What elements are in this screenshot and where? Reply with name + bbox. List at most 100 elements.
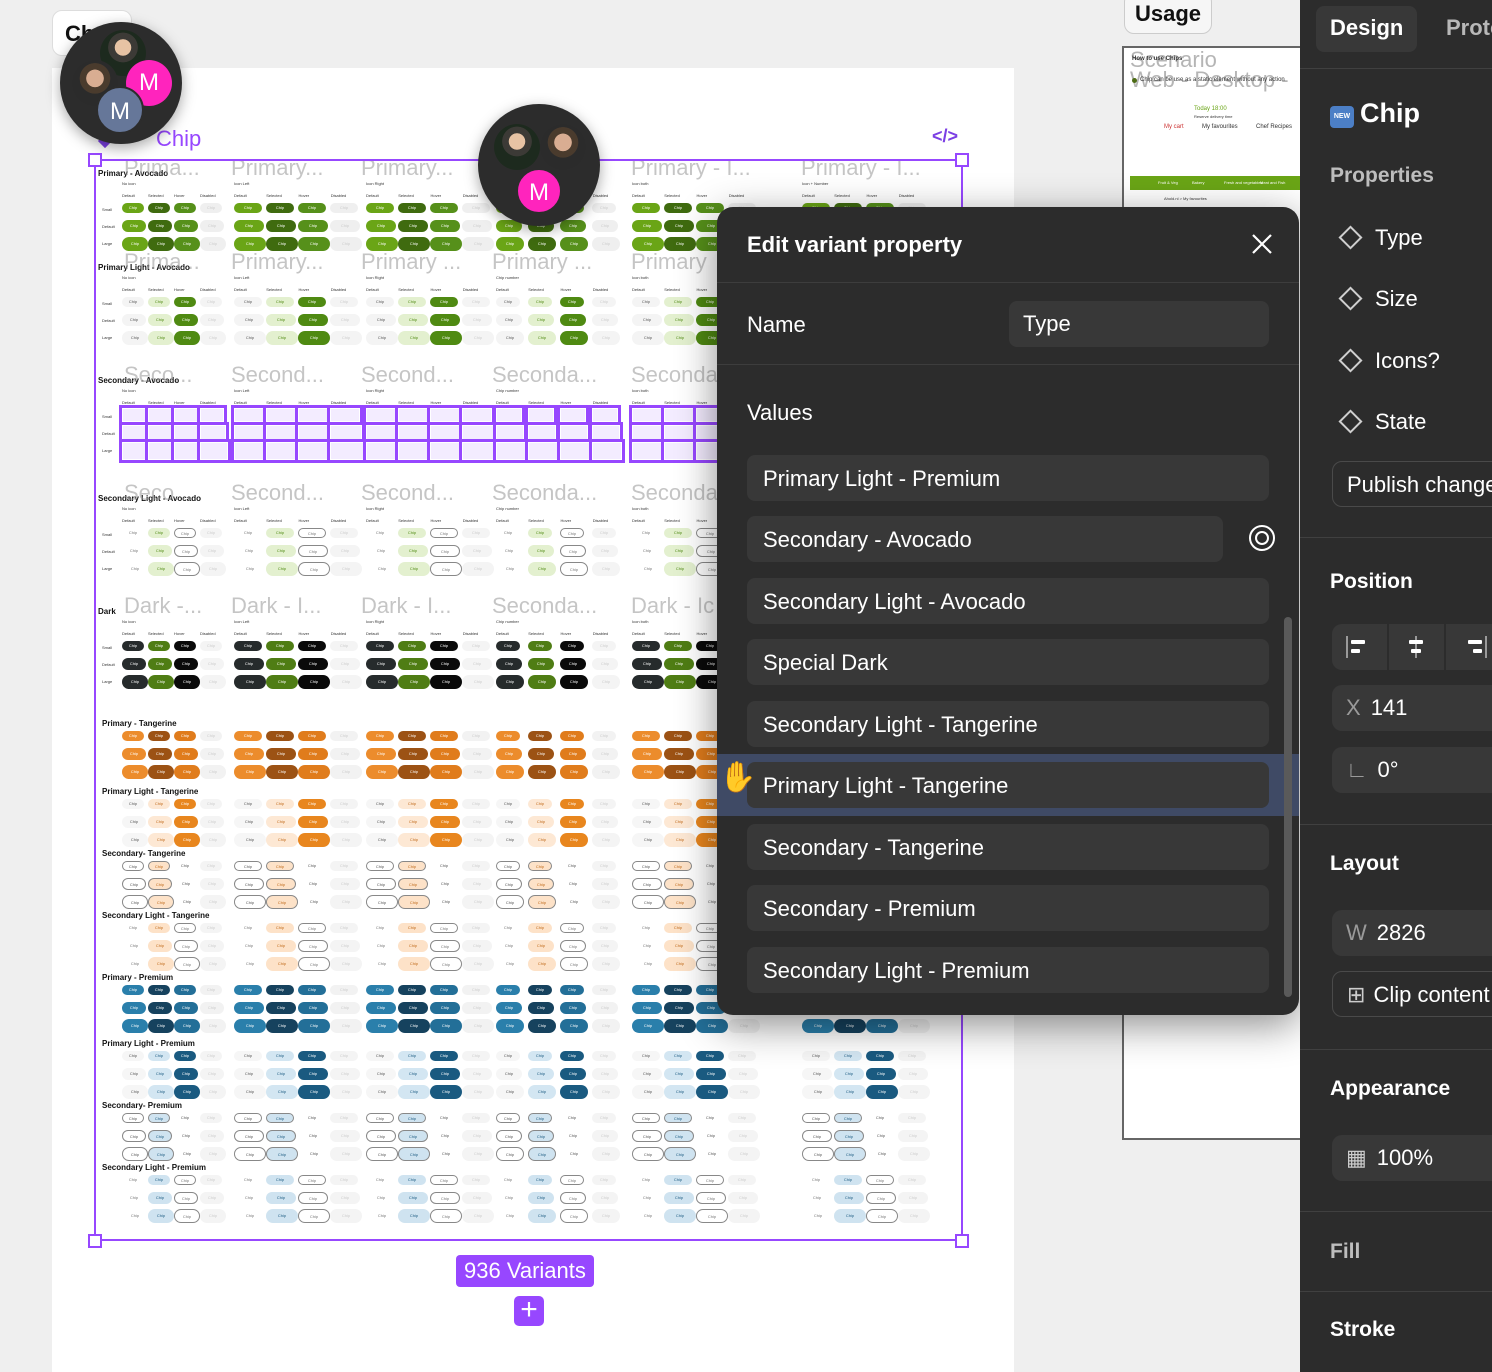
usage-small-heading: How to use Chips [1132,56,1183,62]
width-field[interactable]: W 2826 [1332,910,1492,956]
variant-property-icon [1338,409,1363,434]
value-item[interactable]: Secondary - Tangerine [747,824,1269,870]
align-center-icon [1409,636,1423,658]
value-label: Secondary Light - Premium [763,958,1030,983]
avatar: M [516,168,562,214]
nav-link-cart: My cart [1164,124,1184,130]
property-label: Icons? [1375,348,1440,373]
w-value: 2826 [1376,920,1426,945]
value-label: Secondary - Premium [763,896,976,921]
align-center-button[interactable] [1389,624,1444,670]
delivery-time: Today 18:00 [1194,106,1227,112]
close-icon [1252,234,1272,254]
value-label: Secondary - Tangerine [763,835,984,860]
opacity-field[interactable]: ▦ 100% [1332,1135,1492,1181]
fill-heading[interactable]: Fill [1330,1240,1360,1264]
property-state[interactable]: State [1338,409,1427,435]
variants-count-badge: 936 Variants [456,1255,594,1287]
layout-heading: Layout [1330,852,1399,875]
value-label: Secondary - Avocado [763,527,972,552]
avatar-initial: M [110,98,130,125]
divider [1300,537,1492,538]
nav-link-recipes: Chef Recipes [1256,124,1293,130]
alignment-group [1332,624,1492,670]
value-item[interactable]: Secondary Light - Avocado [747,578,1269,624]
frame-tab-usage[interactable]: Usage [1124,0,1212,34]
new-badge-icon: NEW [1330,106,1354,128]
x-label: X [1346,695,1361,720]
target-icon [1249,525,1275,551]
dialog-header: Edit variant property [717,207,1299,283]
property-icons[interactable]: Icons? [1338,348,1440,374]
category-item: Fruit & Veg [1158,180,1178,185]
appearance-heading: Appearance [1330,1077,1451,1100]
avatar-initial: M [139,69,159,96]
dialog-scrollbar[interactable] [1284,617,1292,997]
tab-prototype[interactable]: Prototype [1432,6,1492,52]
component-set-label[interactable]: Chip [156,126,201,152]
category-item: Fresh and vegetables [1224,180,1263,185]
divider [1300,1291,1492,1292]
category-bar: Fruit & Veg Bakery Fresh and vegetables … [1130,176,1300,190]
value-item[interactable]: Secondary - Avocado [747,516,1223,562]
property-label: State [1375,409,1427,434]
value-item[interactable]: Special Dark [747,639,1269,685]
component-name: NEW Chip [1330,98,1420,129]
properties-heading: Properties [1330,164,1434,187]
nav-link-favourites: My favourites [1202,124,1238,130]
stroke-heading[interactable]: Stroke [1330,1318,1395,1342]
name-row: Name [717,283,1299,365]
add-variant-button[interactable]: + [514,1295,544,1326]
property-label: Size [1375,286,1418,311]
value-label: Primary Light - Premium [763,466,1001,491]
grab-hand-cursor-icon: ✋ [719,761,757,794]
align-right-button[interactable] [1446,624,1492,670]
clip-content-label: Clip content [1373,982,1490,1007]
value-item[interactable]: Secondary Light - Tangerine [747,701,1269,747]
tab-design[interactable]: Design [1316,6,1418,52]
component-name-label: Chip [1360,98,1420,128]
clip-content-toggle[interactable]: ⊞ Clip content [1332,971,1492,1017]
avatar [494,124,540,170]
close-button[interactable] [1247,229,1277,259]
value-label: Secondary Light - Tangerine [763,712,1038,737]
w-label: W [1346,920,1367,945]
property-name-input[interactable] [1009,301,1269,347]
property-size[interactable]: Size [1338,286,1418,312]
align-right-icon [1468,636,1487,658]
divider [1300,1049,1492,1050]
status-dot-icon [1132,78,1137,83]
value-item[interactable]: Primary Light - Premium [747,455,1269,501]
property-type[interactable]: Type [1338,225,1423,251]
value-item[interactable]: Secondary - Premium [747,885,1269,931]
x-value: 141 [1370,695,1408,720]
variant-property-icon [1338,225,1363,250]
rotation-value: 0° [1377,757,1399,782]
value-label: Primary Light - Tangerine [763,773,1009,798]
code-brackets-icon[interactable]: </> [932,126,958,147]
avatar: M [96,86,144,134]
focus-target-button[interactable] [1247,523,1277,553]
align-left-button[interactable] [1332,624,1387,670]
rotation-icon: ∟ [1346,757,1368,782]
publish-changes-button[interactable]: Publish changes [1332,461,1492,507]
divider [1300,1211,1492,1212]
crop-icon: ⊞ [1347,982,1366,1007]
resize-handle-bottom-right[interactable] [955,1234,969,1248]
value-item-dragging[interactable]: Primary Light - Tangerine [747,762,1269,808]
value-item[interactable]: Secondary Light - Premium [747,947,1269,993]
rotation-field[interactable]: ∟ 0° [1332,747,1492,793]
properties-panel: Design Prototype NEW Chip Properties Type… [1300,0,1492,1372]
resize-handle-bottom-left[interactable] [88,1234,102,1248]
category-item: Bakery [1192,180,1205,185]
variant-property-icon [1338,348,1363,373]
value-label: Secondary Light - Avocado [763,589,1026,614]
align-left-icon [1346,636,1365,658]
x-position-field[interactable]: X 141 [1332,685,1492,731]
divider [1300,68,1492,69]
resize-handle-top-right[interactable] [955,153,969,167]
category-item: Meat and Fish [1260,180,1286,185]
resize-handle-top-left[interactable] [88,153,102,167]
opacity-value: 100% [1376,1145,1434,1170]
variant-property-icon [1338,286,1363,311]
